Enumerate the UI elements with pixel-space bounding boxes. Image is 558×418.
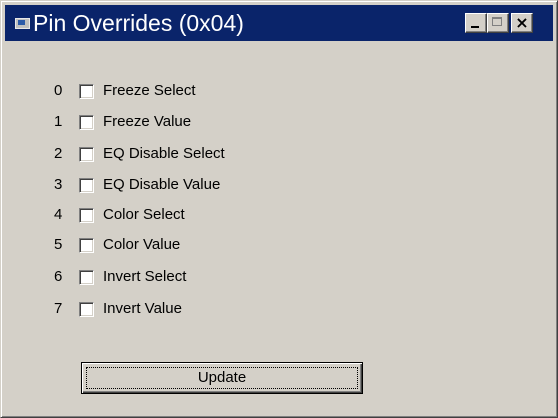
pin-number: 3 <box>54 176 63 193</box>
color-value-checkbox[interactable] <box>79 238 94 253</box>
pin-number: 1 <box>54 113 63 130</box>
pin-row-6: 6 Invert Select <box>1 266 301 288</box>
eq-disable-value-label[interactable]: EQ Disable Value <box>103 175 220 195</box>
title-bar[interactable]: Pin Overrides (0x04) × <box>5 5 553 41</box>
pin-overrides-window: Pin Overrides (0x04) × 0 Freeze Select 1… <box>0 0 558 418</box>
eq-disable-select-checkbox[interactable] <box>79 147 94 162</box>
close-icon: × <box>515 13 529 32</box>
close-button[interactable]: × <box>511 13 533 33</box>
app-window-icon[interactable] <box>15 18 30 29</box>
minimize-button[interactable] <box>465 13 487 33</box>
maximize-button[interactable] <box>487 13 509 33</box>
pin-number: 4 <box>54 206 63 223</box>
color-select-checkbox[interactable] <box>79 208 94 223</box>
freeze-select-label[interactable]: Freeze Select <box>103 81 196 101</box>
pin-row-7: 7 Invert Value <box>1 298 301 320</box>
eq-disable-value-checkbox[interactable] <box>79 178 94 193</box>
invert-select-checkbox[interactable] <box>79 270 94 285</box>
pin-number: 5 <box>54 236 63 253</box>
eq-disable-select-label[interactable]: EQ Disable Select <box>103 144 225 164</box>
window-title: Pin Overrides (0x04) <box>33 10 244 36</box>
pin-number: 2 <box>54 145 63 162</box>
pin-row-3: 3 EQ Disable Value <box>1 174 301 196</box>
pin-row-1: 1 Freeze Value <box>1 111 301 133</box>
pin-row-0: 0 Freeze Select <box>1 80 301 102</box>
freeze-value-checkbox[interactable] <box>79 115 94 130</box>
color-value-label[interactable]: Color Value <box>103 235 180 255</box>
freeze-select-checkbox[interactable] <box>79 84 94 99</box>
freeze-value-label[interactable]: Freeze Value <box>103 112 191 132</box>
pin-number: 7 <box>54 300 63 317</box>
invert-value-checkbox[interactable] <box>79 302 94 317</box>
pin-number: 6 <box>54 268 63 285</box>
invert-select-label[interactable]: Invert Select <box>103 267 186 287</box>
update-button-label: Update <box>197 369 247 386</box>
update-button[interactable]: Update <box>81 362 363 394</box>
invert-value-label[interactable]: Invert Value <box>103 299 182 319</box>
pin-number: 0 <box>54 82 63 99</box>
pin-row-4: 4 Color Select <box>1 204 301 226</box>
color-select-label[interactable]: Color Select <box>103 205 185 225</box>
pin-row-5: 5 Color Value <box>1 234 301 256</box>
pin-row-2: 2 EQ Disable Select <box>1 143 301 165</box>
